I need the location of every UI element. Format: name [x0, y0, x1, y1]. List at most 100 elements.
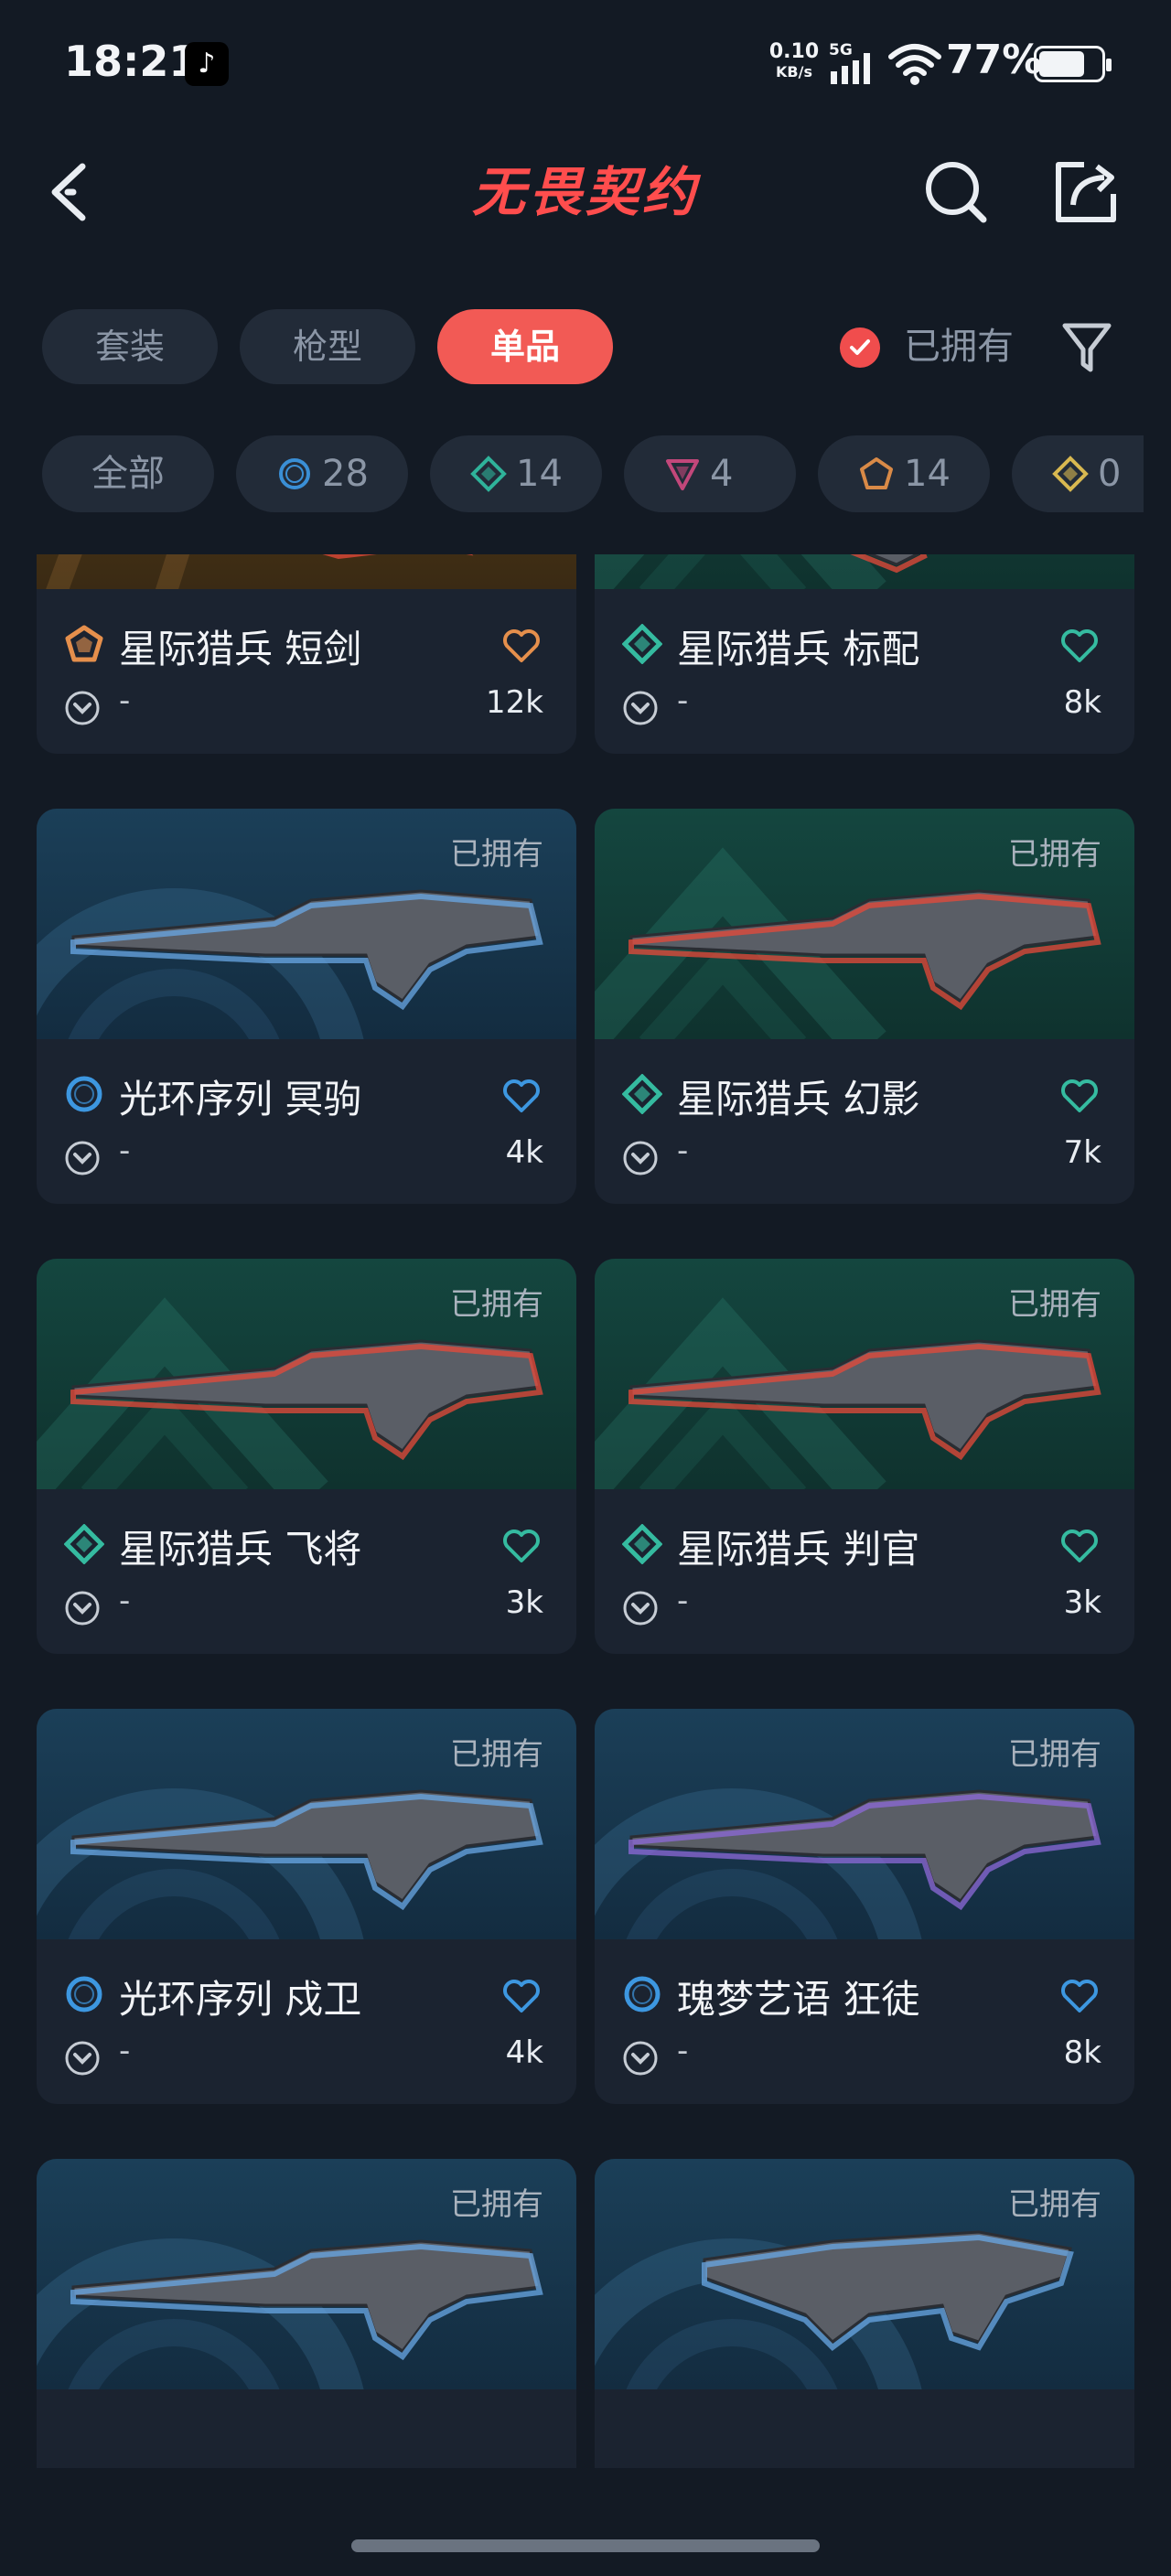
chip-deluxe-tier[interactable]: 14 [430, 435, 602, 512]
diamond-icon [1052, 456, 1089, 492]
level-status: - [119, 682, 131, 719]
owned-label: 已拥有 [450, 1286, 543, 1323]
favorite-count: 12k [486, 684, 543, 721]
skin-name: 瑰梦艺语 狂徒 [677, 1977, 920, 2022]
chevron-badge-icon [623, 691, 658, 725]
chip-premium-tier[interactable]: 4 [624, 435, 796, 512]
favorite-count: 3k [1063, 1584, 1101, 1621]
network-speed-unit: KB/s [776, 63, 812, 80]
owned-filter-label: 已拥有 [904, 326, 1014, 368]
network-speed-value: 0.10 [768, 40, 820, 63]
skin-name: 星际猎兵 短剑 [119, 627, 362, 671]
skin-card[interactable]: 已拥有星际猎兵 标配-8k [595, 554, 1134, 754]
chip-exclusive-tier[interactable]: 14 [818, 435, 990, 512]
ring-rarity-icon [66, 1976, 102, 2012]
checkmark-icon [840, 327, 880, 368]
chip-count: 4 [710, 453, 734, 495]
favorite-count: 8k [1063, 684, 1101, 721]
skin-card[interactable]: 已拥有 [37, 2159, 576, 2468]
network-type-label: 5G [829, 41, 853, 59]
level-status: - [119, 2033, 131, 2069]
skin-card[interactable]: 已拥有星际猎兵 幻影 - 7k [595, 809, 1134, 1204]
chip-select-tier[interactable]: 28 [236, 435, 408, 512]
wifi-icon [888, 44, 941, 85]
favorite-count: 4k [505, 1134, 543, 1171]
skin-card[interactable]: 已拥有光环序列 冥驹 - 4k [37, 809, 576, 1204]
skin-card[interactable]: 已拥有 星际猎兵 飞将 - 3k [37, 1259, 576, 1654]
back-button[interactable] [37, 156, 110, 229]
chip-count: 14 [904, 453, 951, 495]
status-time: 18:21 [64, 37, 199, 86]
diamond-rarity-icon [64, 1524, 104, 1564]
chip-all-label: 全部 [91, 453, 165, 495]
tab-single-items[interactable]: 单品 [437, 309, 613, 384]
owned-label: 已拥有 [1008, 1286, 1101, 1323]
level-status: - [119, 1583, 131, 1619]
chip-count: 28 [322, 453, 369, 495]
level-status: - [677, 2033, 689, 2069]
chip-count: 0 [1098, 453, 1122, 495]
chip-all[interactable]: 全部 [42, 435, 214, 512]
chip-count: 14 [516, 453, 563, 495]
heart-icon[interactable] [1059, 628, 1100, 664]
heart-icon[interactable] [501, 1528, 542, 1564]
heart-icon[interactable] [501, 1978, 542, 2014]
skin-card[interactable]: 已拥有 光环序列 戍卫 - 4k [37, 1709, 576, 2104]
cellular-signal-icon: 5G [829, 41, 870, 84]
skin-card[interactable]: 已拥有瑰梦艺语 狂徒 - 8k [595, 1709, 1134, 2104]
owned-filter-toggle[interactable]: 已拥有 [840, 309, 1023, 384]
heart-icon[interactable] [501, 628, 542, 664]
chevron-badge-icon [623, 1141, 658, 1175]
home-indicator[interactable] [351, 2539, 820, 2552]
triangle-icon [666, 459, 699, 490]
chevron-badge-icon [65, 1591, 100, 1626]
owned-label: 已拥有 [1008, 1736, 1101, 1773]
heart-icon[interactable] [501, 1078, 542, 1114]
heart-icon[interactable] [1059, 1078, 1100, 1114]
owned-label: 已拥有 [450, 1736, 543, 1773]
skin-grid: 已拥有星际猎兵 短剑-12k已拥有星际猎兵 标配-8k已拥有光环序列 冥驹-4k… [0, 554, 1171, 2468]
favorite-count: 8k [1063, 2034, 1101, 2071]
skin-name: 光环序列 戍卫 [119, 1977, 362, 2022]
skin-name: 星际猎兵 幻影 [677, 1077, 920, 1122]
skin-name: 星际猎兵 标配 [677, 627, 920, 671]
owned-label: 已拥有 [450, 836, 543, 873]
pentagon-rarity-icon [65, 625, 103, 662]
diamond-icon [470, 456, 507, 492]
rarity-filter-row: 全部 28 14 4 14 0 [0, 435, 1144, 512]
chevron-badge-icon [623, 2041, 658, 2076]
chip-ultra-tier[interactable]: 0 [1012, 435, 1144, 512]
filter-icon[interactable] [1061, 320, 1112, 375]
favorite-count: 3k [505, 1584, 543, 1621]
tab-weapon-types[interactable]: 枪型 [240, 309, 415, 384]
owned-label: 已拥有 [450, 2186, 543, 2223]
heart-icon[interactable] [1059, 1528, 1100, 1564]
level-status: - [677, 1132, 689, 1169]
level-status: - [119, 1132, 131, 1169]
favorite-count: 7k [1063, 1134, 1101, 1171]
ring-rarity-icon [66, 1076, 102, 1112]
network-speed: 0.10 KB/s [767, 42, 822, 82]
skin-card[interactable]: 已拥有星际猎兵 短剑-12k [37, 554, 576, 754]
owned-label: 已拥有 [1008, 836, 1101, 873]
skin-artwork [37, 554, 576, 589]
skin-card[interactable]: 已拥有 [595, 2159, 1134, 2468]
chevron-badge-icon [65, 2041, 100, 2076]
skin-card[interactable]: 已拥有星际猎兵 判官 - 3k [595, 1259, 1134, 1654]
diamond-rarity-icon [622, 1074, 662, 1114]
level-status: - [677, 1583, 689, 1619]
status-bar: 18:21 ♪ 0.10 KB/s 5G 77% [0, 0, 1171, 128]
header: 无畏契约 [0, 137, 1171, 247]
skin-artwork [595, 554, 1134, 589]
share-icon[interactable] [1047, 156, 1124, 229]
battery-icon [1034, 46, 1112, 82]
ring-rarity-icon [624, 1976, 661, 2012]
level-status: - [677, 682, 689, 719]
search-icon[interactable] [919, 156, 993, 229]
chevron-badge-icon [65, 1141, 100, 1175]
heart-icon[interactable] [1059, 1978, 1100, 2014]
tab-suits[interactable]: 套装 [42, 309, 218, 384]
skin-name: 星际猎兵 判官 [677, 1527, 920, 1572]
owned-label: 已拥有 [1008, 2186, 1101, 2223]
skin-name: 光环序列 冥驹 [119, 1077, 362, 1122]
